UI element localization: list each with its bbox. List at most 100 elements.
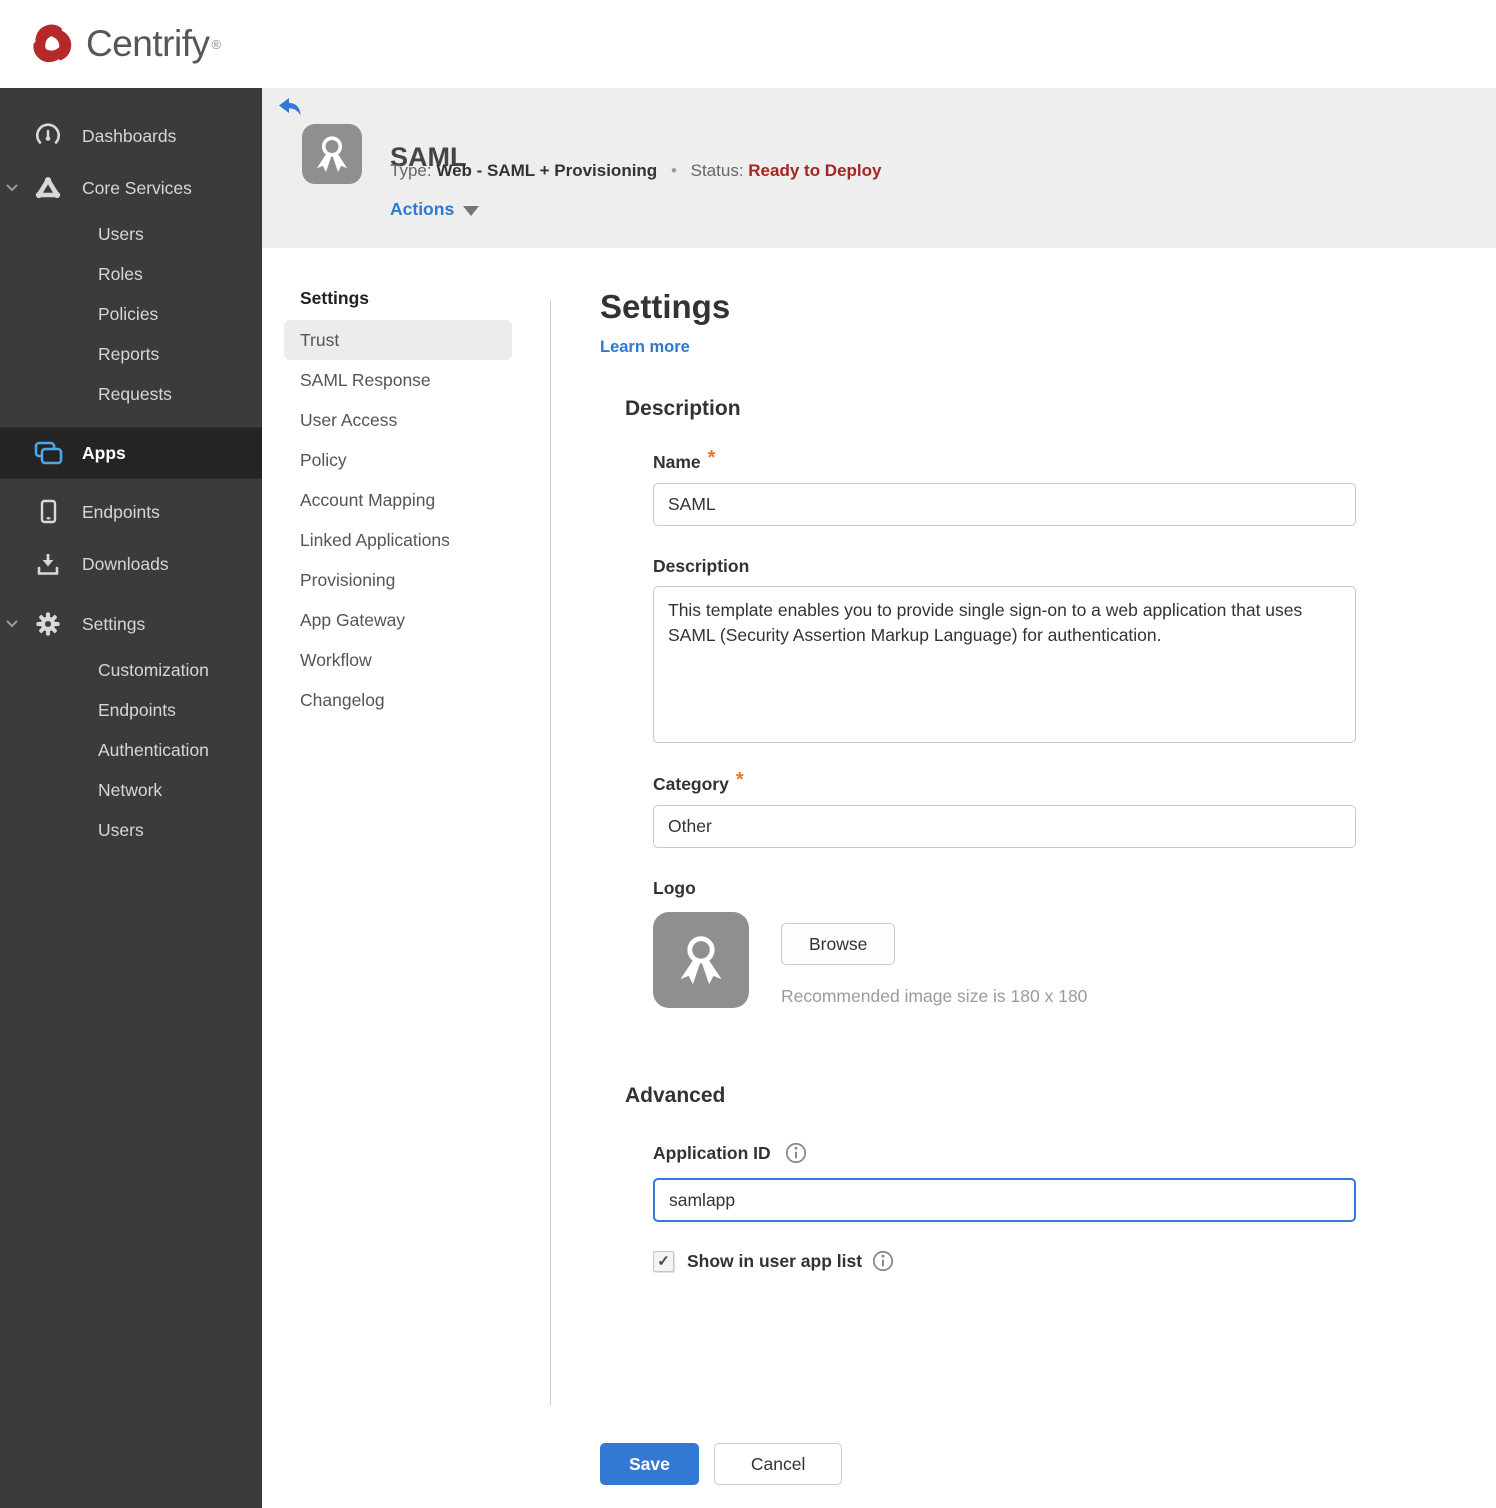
sidebar-item-label: Endpoints xyxy=(98,699,176,720)
subnav-item-trust[interactable]: Trust xyxy=(284,320,512,360)
sidebar-item-label: Policies xyxy=(98,303,159,324)
subnav-item-policy[interactable]: Policy xyxy=(284,440,512,480)
description-fields: Name * Description This template enables… xyxy=(653,447,1358,1008)
gear-icon xyxy=(33,609,63,639)
sidebar-item-label: Settings xyxy=(82,613,146,634)
page-title: Settings xyxy=(600,288,731,325)
category-input[interactable] xyxy=(653,805,1356,848)
cancel-button[interactable]: Cancel xyxy=(713,1443,843,1485)
info-icon[interactable] xyxy=(785,1142,807,1164)
application-id-label: Application ID xyxy=(653,1142,771,1163)
subnav-item-provisioning[interactable]: Provisioning xyxy=(284,560,512,600)
sidebar-item-label: Users xyxy=(98,223,144,244)
learn-more-link[interactable]: Learn more xyxy=(600,338,690,357)
gauge-icon xyxy=(33,121,63,151)
status-label: Status: xyxy=(690,161,744,180)
subnav-divider xyxy=(550,300,551,1405)
centrify-swirl-icon xyxy=(33,24,72,63)
browse-button[interactable]: Browse xyxy=(781,923,896,965)
show-in-app-list-label: Show in user app list xyxy=(687,1250,863,1271)
info-icon[interactable] xyxy=(872,1250,894,1272)
subnav-item-saml-response[interactable]: SAML Response xyxy=(284,360,512,400)
actions-label: Actions xyxy=(390,199,455,219)
sidebar-item-customization[interactable]: Customization xyxy=(0,650,262,690)
sidebar-item-core-services[interactable]: Core Services xyxy=(0,162,262,214)
subnav-header: Settings xyxy=(300,288,370,308)
settings-form: Settings Learn more Description Name * D… xyxy=(600,288,1358,1272)
name-input[interactable] xyxy=(653,483,1356,526)
show-in-app-list-checkbox[interactable]: ✓ xyxy=(653,1250,674,1272)
logo-preview xyxy=(653,912,749,1008)
download-icon xyxy=(33,549,63,579)
logo-field-label: Logo xyxy=(653,878,1358,899)
name-field-label: Name * xyxy=(653,447,1358,474)
advanced-section-title: Advanced xyxy=(625,1084,726,1107)
description-label-text: Description xyxy=(653,556,750,576)
sidebar-item-label: Requests xyxy=(98,383,172,404)
sidebar-item-label: Network xyxy=(98,779,163,800)
sidebar-item-label: Endpoints xyxy=(82,501,160,522)
sidebar-item-dashboards[interactable]: Dashboards xyxy=(0,110,262,162)
logo-row: Browse Recommended image size is 180 x 1… xyxy=(653,912,1358,1008)
subnav-item-app-gateway[interactable]: App Gateway xyxy=(284,600,512,640)
description-section-title: Description xyxy=(625,397,741,420)
status-value: Ready to Deploy xyxy=(748,161,882,180)
subnav-item-user-access[interactable]: User Access xyxy=(284,400,512,440)
required-marker: * xyxy=(707,447,716,469)
ribbon-award-icon xyxy=(680,936,722,985)
sidebar-item-endpoints[interactable]: Endpoints xyxy=(0,486,262,538)
sidebar-item-apps[interactable]: Apps xyxy=(0,427,262,479)
back-arrow-icon[interactable] xyxy=(278,97,304,126)
apps-icon xyxy=(33,438,63,468)
app-meta: Type: Web - SAML + Provisioning • Status… xyxy=(390,161,881,181)
sidebar-item-users[interactable]: Users xyxy=(0,214,262,254)
subnav-item-linked-applications[interactable]: Linked Applications xyxy=(284,520,512,560)
sidebar-item-label: Roles xyxy=(98,263,143,284)
sidebar-item-label: Customization xyxy=(98,659,209,680)
logo-controls: Browse Recommended image size is 180 x 1… xyxy=(781,912,1087,1008)
sidebar-item-policies[interactable]: Policies xyxy=(0,294,262,334)
show-in-app-list-row: ✓ Show in user app list xyxy=(653,1250,1358,1272)
sidebar-item-label: Authentication xyxy=(98,739,209,760)
logo-size-hint: Recommended image size is 180 x 180 xyxy=(781,986,1088,1006)
sidebar-item-requests[interactable]: Requests xyxy=(0,374,262,414)
save-button[interactable]: Save xyxy=(600,1443,699,1485)
settings-subnav: Settings Trust SAML Response User Access… xyxy=(284,288,512,720)
core-services-icon xyxy=(33,173,63,203)
subnav-item-changelog[interactable]: Changelog xyxy=(284,680,512,720)
sidebar-item-label: Dashboards xyxy=(82,125,177,146)
meta-separator: • xyxy=(670,161,677,180)
type-value: Web - SAML + Provisioning xyxy=(436,161,658,180)
sidebar-item-network[interactable]: Network xyxy=(0,770,262,810)
application-id-input[interactable] xyxy=(653,1178,1356,1222)
sidebar-item-downloads[interactable]: Downloads xyxy=(0,538,262,590)
caret-down-icon xyxy=(463,206,480,216)
chevron-down-icon[interactable] xyxy=(6,184,18,193)
type-label: Type: xyxy=(390,161,432,180)
actions-dropdown[interactable]: Actions xyxy=(390,199,480,220)
tablet-icon xyxy=(33,497,63,527)
sidebar-item-authentication[interactable]: Authentication xyxy=(0,730,262,770)
ribbon-award-icon xyxy=(316,136,348,172)
sidebar-item-roles[interactable]: Roles xyxy=(0,254,262,294)
category-label-text: Category xyxy=(653,774,729,794)
brand-trademark: ® xyxy=(211,36,222,52)
sidebar-item-users-settings[interactable]: Users xyxy=(0,810,262,850)
chevron-down-icon[interactable] xyxy=(6,620,18,629)
required-marker: * xyxy=(735,769,744,791)
topbar: Centrify ® xyxy=(0,0,1496,88)
subnav-item-account-mapping[interactable]: Account Mapping xyxy=(284,480,512,520)
app-logo xyxy=(302,124,362,184)
description-textarea[interactable]: This template enables you to provide sin… xyxy=(653,586,1356,743)
app-header: SAML Type: Web - SAML + Provisioning • S… xyxy=(262,88,1496,248)
sidebar-item-endpoints-settings[interactable]: Endpoints xyxy=(0,690,262,730)
sidebar-item-label: Core Services xyxy=(82,177,192,198)
sidebar-item-reports[interactable]: Reports xyxy=(0,334,262,374)
brand-logo[interactable]: Centrify ® xyxy=(28,20,221,68)
subnav-item-workflow[interactable]: Workflow xyxy=(284,640,512,680)
sidebar-item-label: Downloads xyxy=(82,553,169,574)
sidebar-item-label: Reports xyxy=(98,343,160,364)
advanced-fields: Application ID ✓ Show in user app list xyxy=(653,1142,1358,1272)
logo-label-text: Logo xyxy=(653,878,696,898)
sidebar-item-settings[interactable]: Settings xyxy=(0,598,262,650)
